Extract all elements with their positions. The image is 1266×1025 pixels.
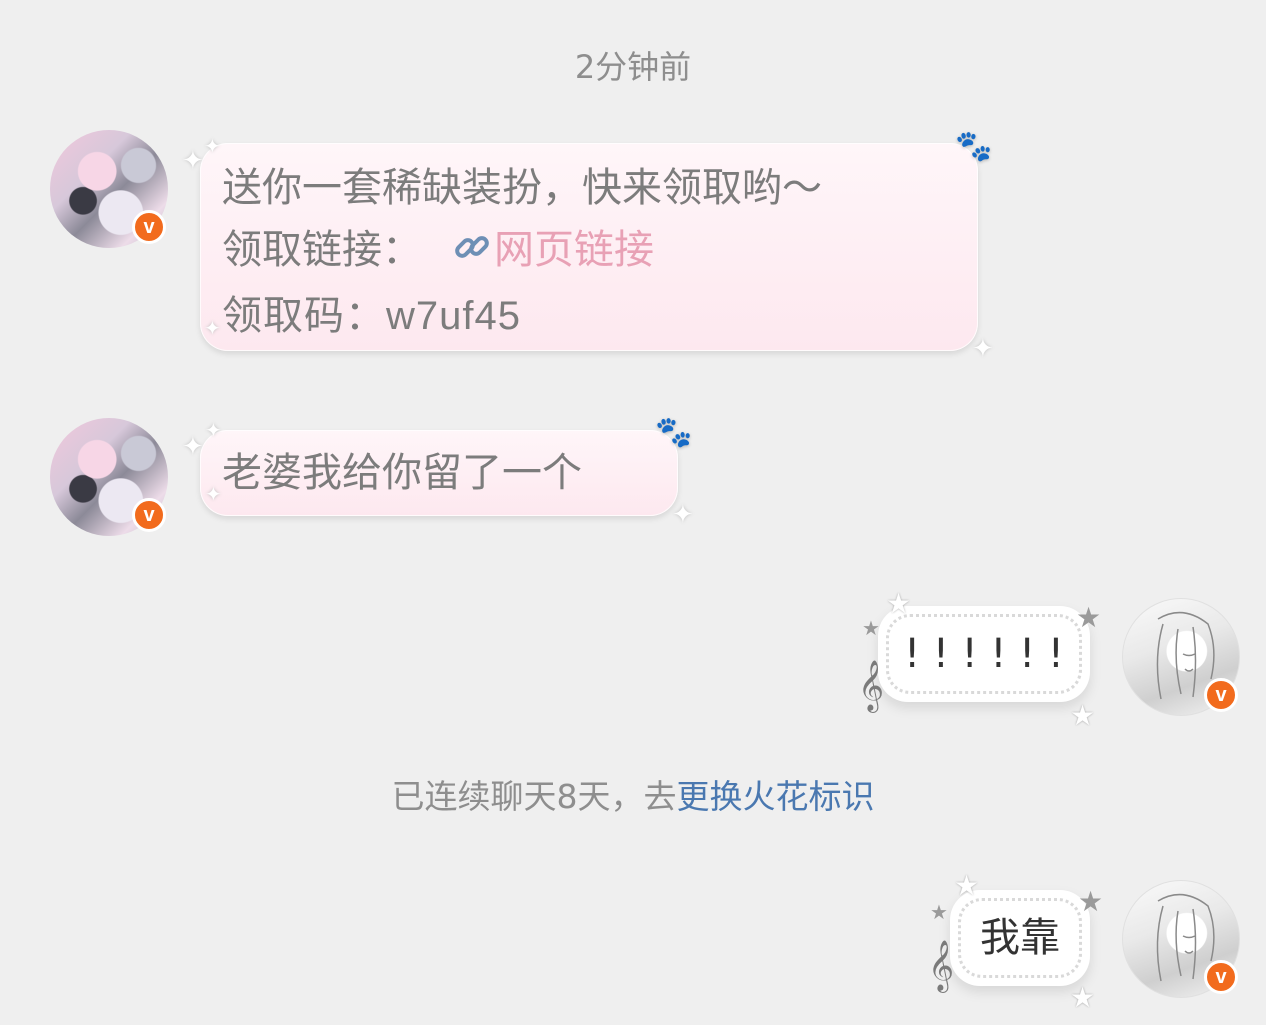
star-icon: ★	[954, 869, 980, 902]
treble-clef-icon: 𝄞	[928, 940, 955, 991]
message-text: 老婆我给你留了一个	[222, 450, 582, 496]
verified-badge-icon: v	[132, 210, 166, 244]
link-icon	[452, 223, 492, 285]
star-icon: ★	[862, 616, 880, 640]
message-bubble-mine[interactable]: 我靠	[950, 890, 1090, 986]
gift-message-line: 送你一套稀缺装扮，快来领取哟～	[222, 165, 822, 211]
sender-avatar[interactable]: v	[50, 418, 168, 536]
sparkle-icon: ✦	[205, 482, 222, 506]
sparkle-icon: ✦	[205, 418, 222, 442]
verified-badge-icon: v	[1204, 960, 1238, 994]
message-bubble-mine[interactable]: ! ! ! ! ! !	[878, 606, 1090, 702]
sparkle-icon: ✦	[204, 134, 221, 158]
bubble-dotted-border	[958, 898, 1082, 978]
link-label: 领取链接：	[222, 227, 422, 273]
message-bubble-text[interactable]: 老婆我给你留了一个	[200, 430, 678, 516]
sparkle-icon: ✦	[182, 146, 204, 176]
change-spark-link[interactable]: 更换火花标识	[677, 777, 875, 816]
sparkle-icon: ✦	[182, 432, 204, 462]
gift-link-line: 领取链接： 网页链接	[222, 219, 956, 285]
treble-clef-icon: 𝄞	[858, 660, 885, 711]
star-icon: ★	[930, 900, 948, 924]
my-avatar[interactable]: v	[1122, 598, 1240, 716]
chat-view: 2分钟前 v 送你一套稀缺装扮，快来领取哟～ 领取链接： 网页链接 领取码：w7u…	[0, 0, 1266, 1025]
star-icon: ★	[1070, 699, 1096, 732]
star-icon: ★	[886, 587, 912, 620]
bubble-dotted-border	[886, 614, 1082, 694]
streak-text: 已连续聊天8天，去	[391, 777, 677, 816]
streak-notice: 已连续聊天8天，去更换火花标识	[0, 770, 1266, 818]
sparkle-icon: ✦	[972, 334, 994, 364]
message-bubble-gift[interactable]: 送你一套稀缺装扮，快来领取哟～ 领取链接： 网页链接 领取码：w7uf45	[200, 143, 978, 351]
my-avatar[interactable]: v	[1122, 880, 1240, 998]
paw-icon: 🐾	[955, 129, 993, 164]
gift-code-line: 领取码：w7uf45	[222, 294, 521, 338]
sender-avatar[interactable]: v	[50, 130, 168, 248]
star-icon: ★	[1078, 885, 1104, 918]
message-timestamp: 2分钟前	[574, 48, 692, 86]
web-link[interactable]: 网页链接	[494, 227, 654, 273]
paw-icon: 🐾	[655, 415, 693, 450]
sparkle-icon: ✦	[672, 500, 694, 530]
verified-badge-icon: v	[1204, 678, 1238, 712]
star-icon: ★	[1070, 981, 1096, 1014]
star-icon: ★	[1076, 601, 1102, 634]
sparkle-icon: ✦	[204, 316, 221, 340]
verified-badge-icon: v	[132, 498, 166, 532]
